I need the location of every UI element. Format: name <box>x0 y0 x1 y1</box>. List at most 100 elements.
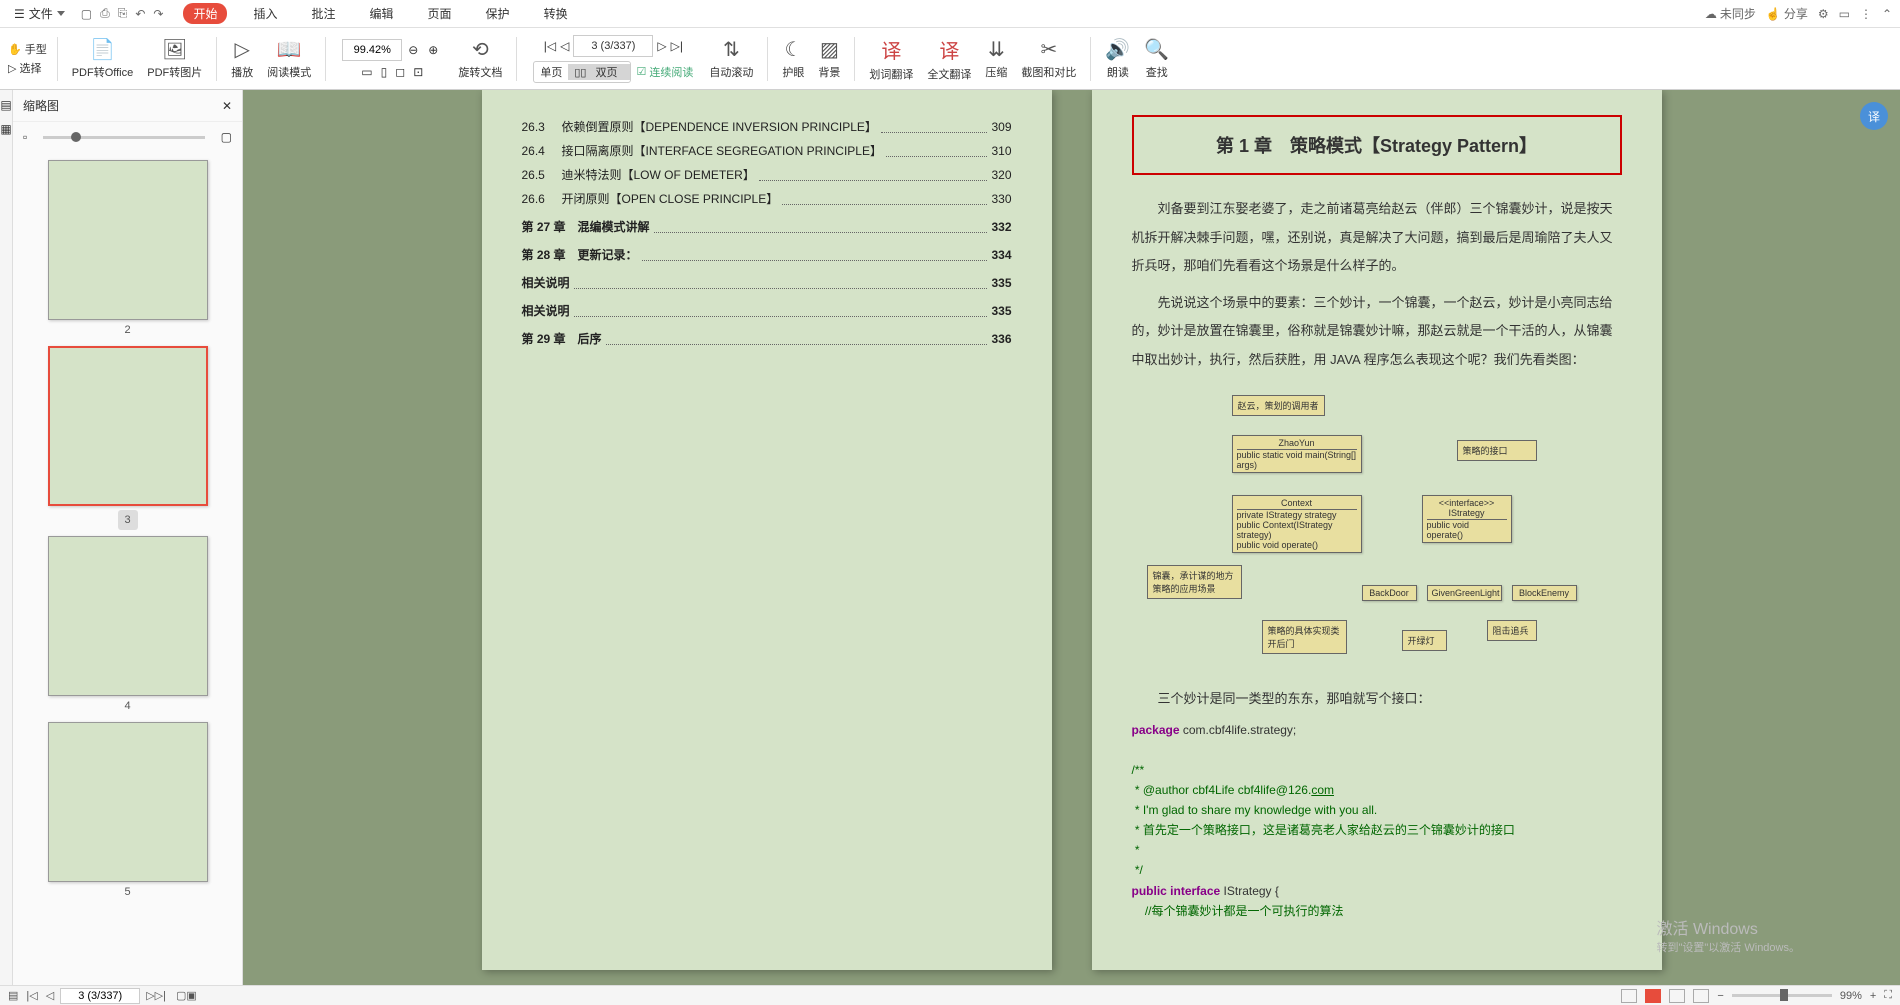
view-double[interactable] <box>1645 989 1661 1003</box>
share-button[interactable]: ☝ 分享 <box>1766 5 1808 22</box>
sb-mark2-icon[interactable]: ▣ <box>186 989 196 1002</box>
actual-size-icon[interactable]: ◻ <box>395 65 405 79</box>
page-right: 第 1 章 策略模式【Strategy Pattern】 刘备要到江东娶老婆了，… <box>1092 90 1662 970</box>
uml-note4: 策略的具体实现类 开后门 <box>1262 620 1347 654</box>
view-single[interactable] <box>1621 989 1637 1003</box>
tab-page[interactable]: 页面 <box>420 2 460 25</box>
sb-thumbs-icon[interactable]: ▤ <box>8 989 18 1002</box>
fullscreen-icon[interactable]: ⛶ <box>1884 989 1892 1002</box>
save-icon[interactable]: ⎘ <box>118 6 128 21</box>
para-1: 刘备要到江东娶老婆了，走之前诸葛亮给赵云（伴郎）三个锦囊妙计，说是按天机拆开解决… <box>1132 195 1622 281</box>
nav-next-icon[interactable]: ▷ <box>657 39 666 53</box>
print-icon[interactable]: ⎙ <box>100 6 110 21</box>
tab-edit[interactable]: 编辑 <box>362 2 402 25</box>
sb-last-icon[interactable]: ▷| <box>155 989 166 1002</box>
status-page-input[interactable] <box>60 988 140 1004</box>
zoom-in-icon[interactable]: ⊕ <box>424 43 442 57</box>
sb-next-icon[interactable]: ▷ <box>146 989 154 1002</box>
uml-diagram: 赵云，策划的调用者 ZhaoYunpublic static void main… <box>1132 395 1622 665</box>
sync-status[interactable]: ☁ 未同步 <box>1705 5 1756 22</box>
expand-icon[interactable]: ⌃ <box>1882 7 1892 21</box>
open-icon[interactable]: ▢ <box>81 7 92 21</box>
file-label: 文件 <box>29 5 53 22</box>
uml-block: BlockEnemy <box>1512 585 1577 601</box>
close-thumbs-icon[interactable]: ✕ <box>222 99 232 113</box>
para-3: 三个妙计是同一类型的东东，那咱就写个接口： <box>1132 685 1622 714</box>
zoom100-icon[interactable]: ⊡ <box>413 65 423 79</box>
toc-chapter: 第 29 章 后序336 <box>522 327 1012 351</box>
para-2: 先说说这个场景中的要素：三个妙计，一个锦囊，一个赵云，妙计是小亮同志给的，妙计是… <box>1132 289 1622 375</box>
fit-page-icon[interactable]: ▯ <box>381 65 388 79</box>
view-cont[interactable] <box>1669 989 1685 1003</box>
toc-chapter: 第 28 章 更新记录：334 <box>522 243 1012 267</box>
toc-item: 26.4接口隔离原则【INTERFACE SEGREGATION PRINCIP… <box>522 139 1012 163</box>
full-translate[interactable]: 译全文翻译 <box>923 35 975 82</box>
eye-protect[interactable]: ☾护眼 <box>778 37 808 80</box>
word-translate[interactable]: 译划词翻译 <box>865 35 917 82</box>
read-mode[interactable]: 📖阅读模式 <box>263 37 315 80</box>
toc-item: 26.5迪米特法则【LOW OF DEMETER】320 <box>522 163 1012 187</box>
nav-first-icon[interactable]: |◁ <box>544 39 556 53</box>
select-tool[interactable]: ▷ 选择 <box>8 60 47 76</box>
float-translate-icon[interactable]: 译 <box>1860 102 1888 130</box>
auto-scroll[interactable]: ⇅自动滚动 <box>705 37 757 80</box>
tab-convert[interactable]: 转换 <box>536 2 576 25</box>
chapter-title: 第 1 章 策略模式【Strategy Pattern】 <box>1132 115 1622 175</box>
compress[interactable]: ⇊压缩 <box>981 37 1011 80</box>
tab-start[interactable]: 开始 <box>183 3 227 24</box>
toc-item: 26.3依赖倒置原则【DEPENDENCE INVERSION PRINCIPL… <box>522 115 1012 139</box>
zoom-input[interactable] <box>342 39 402 61</box>
file-menu[interactable]: ☰ 文件 <box>8 3 71 24</box>
thumbs-title: 缩略图 <box>23 97 59 114</box>
undo-icon[interactable]: ↶ <box>135 7 145 21</box>
side-thumbs-icon[interactable]: ▤ <box>0 98 11 112</box>
single-page[interactable]: 单页 <box>534 64 568 80</box>
double-page[interactable]: ▯▯ 双页 <box>568 64 629 80</box>
thumb-2[interactable]: 2 <box>21 160 234 340</box>
tab-insert[interactable]: 插入 <box>245 2 285 25</box>
find[interactable]: 🔍查找 <box>1140 37 1173 80</box>
page-info[interactable]: 3 (3/337) <box>573 35 653 57</box>
fit-width-icon[interactable]: ▭ <box>361 65 372 79</box>
zoom-out-sb[interactable]: − <box>1717 990 1723 1002</box>
more-icon[interactable]: ⋮ <box>1860 7 1872 21</box>
view-cont2[interactable] <box>1693 989 1709 1003</box>
side-bookmarks-icon[interactable]: ▦ <box>0 122 11 136</box>
thumb-size-slider[interactable] <box>43 136 204 139</box>
nav-prev-icon[interactable]: ◁ <box>560 39 569 53</box>
sb-mark1-icon[interactable]: ▢ <box>176 989 186 1002</box>
uml-note3: 锦囊，承计谋的地方 策略的应用场景 <box>1147 565 1242 599</box>
zoom-slider[interactable] <box>1732 994 1832 997</box>
toc-chapter: 第 27 章 混编模式讲解332 <box>522 215 1012 239</box>
pdf-to-image[interactable]: 🖼PDF转图片 <box>143 37 206 80</box>
background[interactable]: ▨背景 <box>814 37 844 80</box>
thumb-4[interactable]: 4 <box>21 536 234 716</box>
continuous-read[interactable]: ☑ 连续阅读 <box>637 64 694 80</box>
rotate-doc[interactable]: ⟲旋转文档 <box>454 37 506 80</box>
thumb-small-icon[interactable]: ▫ <box>23 130 27 144</box>
sb-prev-icon[interactable]: ◁ <box>46 989 54 1002</box>
tab-annotate[interactable]: 批注 <box>304 2 344 25</box>
redo-icon[interactable]: ↷ <box>153 7 163 21</box>
hand-tool[interactable]: ✋ 手型 <box>8 41 47 57</box>
uml-zhaoyun: ZhaoYunpublic static void main(String[] … <box>1232 435 1362 473</box>
compare[interactable]: ✂截图和对比 <box>1017 37 1080 80</box>
code-block: package com.cbf4life.strategy; /** * @au… <box>1132 721 1622 922</box>
page-left: 26.3依赖倒置原则【DEPENDENCE INVERSION PRINCIPL… <box>482 90 1052 970</box>
pdf-to-office[interactable]: 📄PDF转Office <box>68 37 138 80</box>
toc-chapter: 相关说明335 <box>522 271 1012 295</box>
window-icon[interactable]: ▭ <box>1839 7 1850 21</box>
sb-first-icon[interactable]: |◁ <box>26 989 37 1002</box>
toc-chapter: 相关说明335 <box>522 299 1012 323</box>
zoom-in-sb[interactable]: + <box>1870 990 1876 1002</box>
tab-protect[interactable]: 保护 <box>478 2 518 25</box>
thumb-large-icon[interactable]: ▢ <box>221 130 232 144</box>
zoom-out-icon[interactable]: ⊖ <box>404 43 422 57</box>
read-aloud[interactable]: 🔊朗读 <box>1101 37 1134 80</box>
play-button[interactable]: ▷播放 <box>227 37 257 80</box>
uml-istrategy: <<interface>> IStrategypublic void opera… <box>1422 495 1512 543</box>
nav-last-icon[interactable]: ▷| <box>671 39 683 53</box>
gear-icon[interactable]: ⚙ <box>1818 7 1829 21</box>
thumb-3[interactable]: 3 <box>21 346 234 530</box>
thumb-5[interactable]: 5 <box>21 722 234 902</box>
